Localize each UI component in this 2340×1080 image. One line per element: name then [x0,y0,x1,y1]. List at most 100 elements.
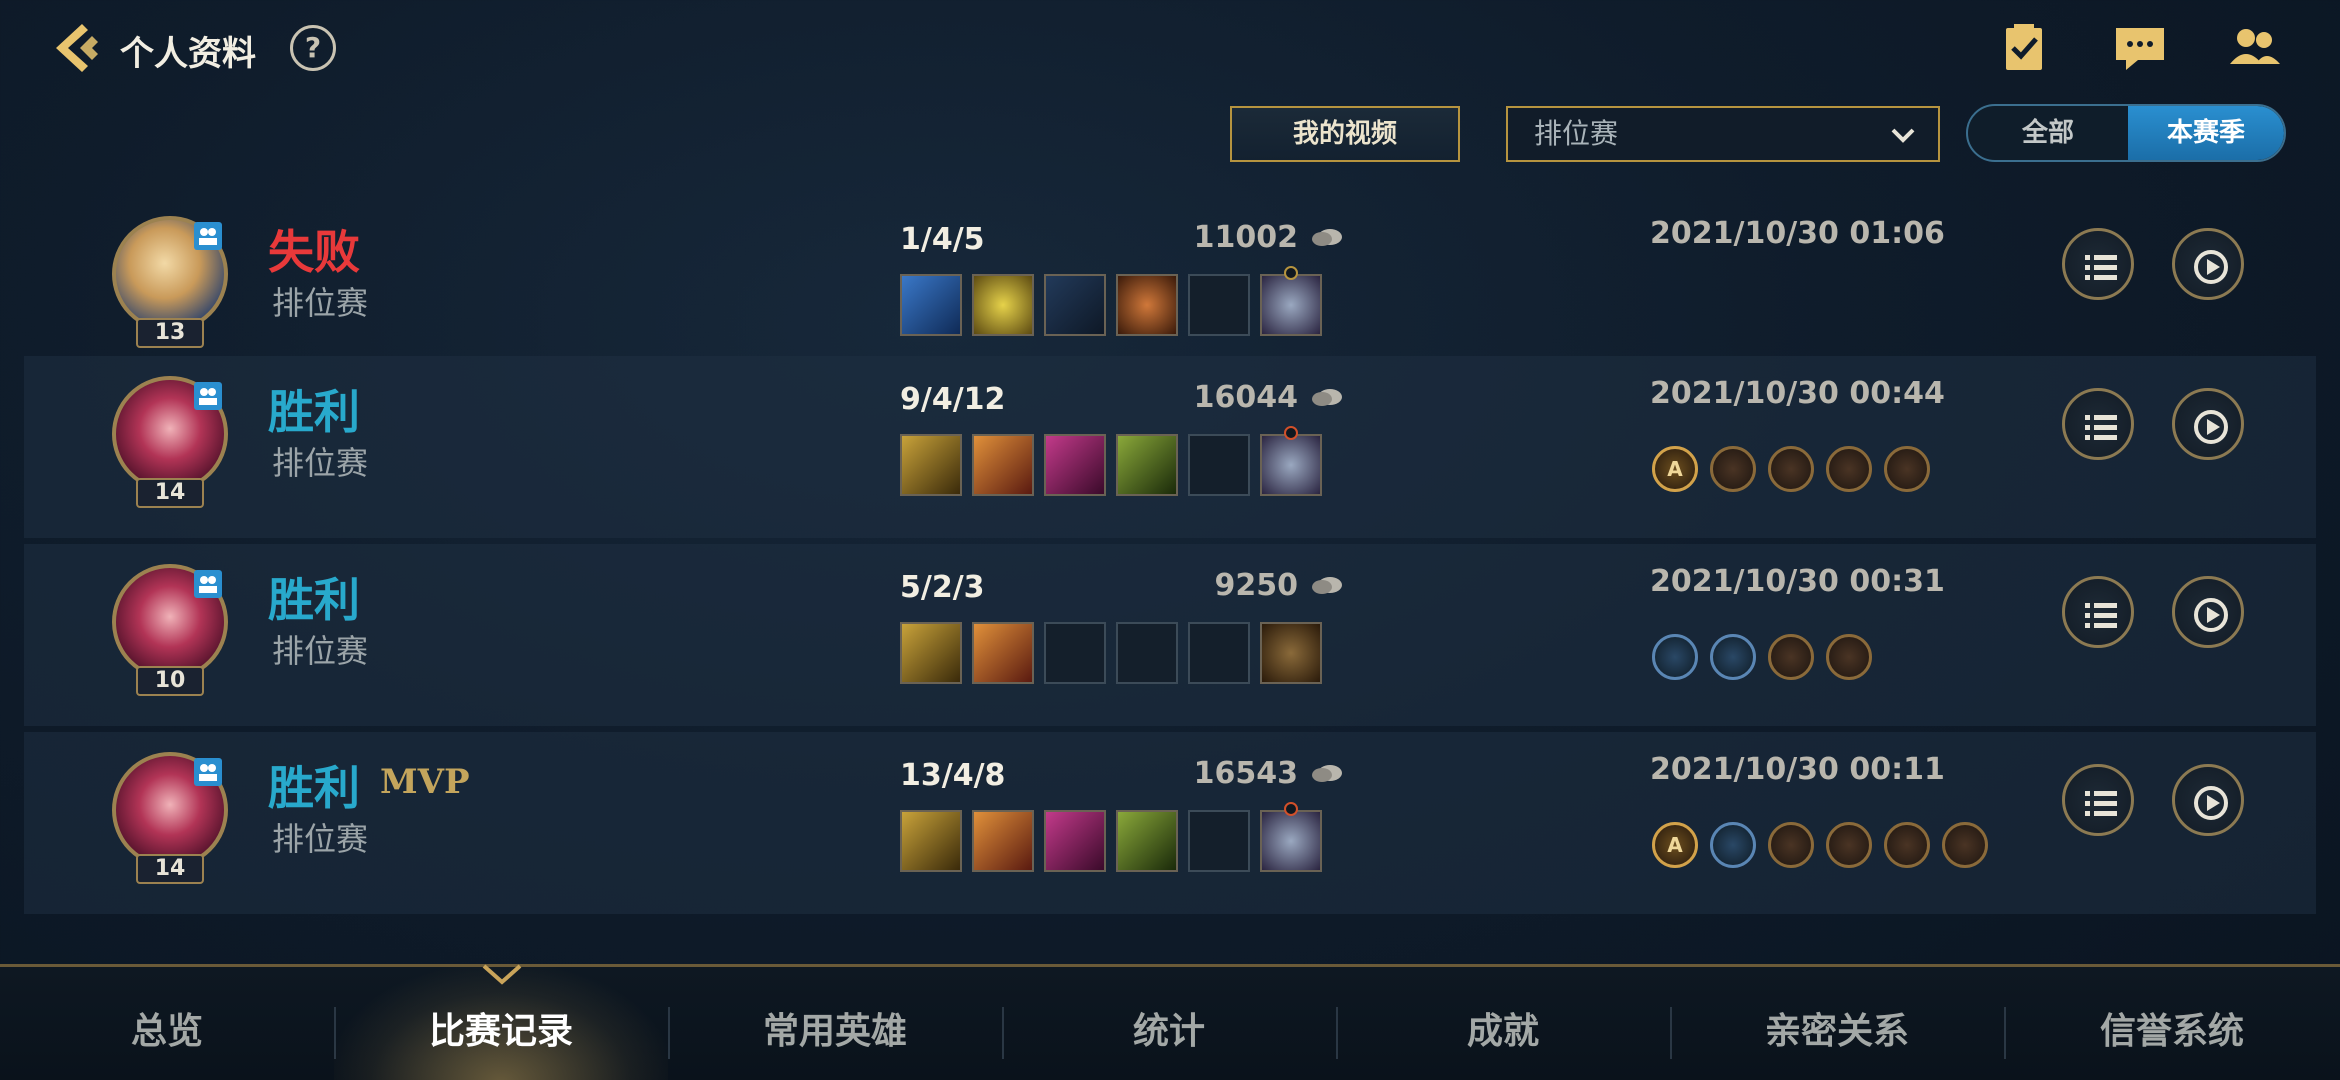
match-mode: 排位赛 [272,284,369,322]
season-option-all[interactable]: 全部 [1968,106,2128,160]
tab-champions[interactable]: 常用英雄 [668,967,1002,1080]
match-date: 2021/10/30 00:44 [1650,376,1945,411]
item-slot[interactable] [900,274,962,336]
item-slot-empty[interactable] [1044,622,1106,684]
item-slot[interactable] [972,434,1034,496]
kda: 9/4/12 [900,382,1006,417]
tab-relationships[interactable]: 亲密关系 [1670,967,2004,1080]
back-button[interactable] [48,18,108,78]
medal-tower-icon[interactable] [1884,446,1930,492]
item-slot-empty[interactable] [1116,622,1178,684]
match-details-button[interactable] [2062,388,2134,460]
list-icon [2085,255,2117,280]
item-slot[interactable] [1044,434,1106,496]
medal-tower-icon[interactable] [1884,822,1930,868]
item-slot[interactable] [972,622,1034,684]
medal-shield-icon[interactable] [1826,446,1872,492]
item-slot[interactable] [1044,274,1106,336]
season-option-current[interactable]: 本赛季 [2128,106,2284,160]
top-bar: 个人资料 ? [0,0,2340,96]
match-result: 失败 [268,225,360,279]
tab-honor[interactable]: 信誉系统 [2004,967,2340,1080]
replay-button[interactable] [2172,228,2244,300]
mode-select-value: 排位赛 [1534,117,1619,150]
friends-icon[interactable] [2226,22,2282,74]
gold-value: 16543 [1193,756,1298,791]
help-button[interactable]: ? [290,25,336,71]
match-row[interactable]: 14 胜利 排位赛 9/4/12 16044 2021/10/30 00:44 … [24,356,2316,538]
trinket-slot[interactable] [1260,802,1322,872]
tab-achievements[interactable]: 成就 [1336,967,1670,1080]
replay-icon [2194,786,2228,820]
tab-overview[interactable]: 总览 [0,967,334,1080]
replay-icon [2194,250,2228,284]
item-slot[interactable] [1044,810,1106,872]
gold-value: 11002 [1193,220,1298,255]
medal-blue-crown-icon[interactable] [1710,634,1756,680]
item-slot[interactable] [1116,810,1178,872]
match-row[interactable]: 10 胜利 排位赛 5/2/3 9250 2021/10/30 00:31 [24,544,2316,726]
my-videos-button[interactable]: 我的视频 [1230,106,1460,162]
replay-button[interactable] [2172,764,2244,836]
kda: 13/4/8 [900,758,1006,793]
gold-coins-icon [1312,577,1342,594]
gold-earned: 16044 [1074,380,1344,415]
medal-gold-icon[interactable] [1710,446,1756,492]
item-slot[interactable] [972,810,1034,872]
match-date: 2021/10/30 00:11 [1650,752,1945,787]
gold-value: 9250 [1214,568,1299,603]
match-row[interactable]: 14 胜利 MVP 排位赛 13/4/8 16543 2021/10/30 00… [24,732,2316,914]
item-slot-empty[interactable] [1188,274,1250,336]
item-slot[interactable] [972,274,1034,336]
item-slot-empty[interactable] [1188,810,1250,872]
match-mode: 排位赛 [272,444,369,482]
item-slot[interactable] [1116,274,1178,336]
medal-coin-icon[interactable] [1942,822,1988,868]
season-toggle[interactable]: 全部 本赛季 [1966,104,2286,162]
list-icon [2085,791,2117,816]
mvp-badge: MVP [380,762,470,802]
gold-coins-icon [1312,389,1342,406]
boots-slot[interactable] [1260,622,1322,684]
tab-stats[interactable]: 统计 [1002,967,1336,1080]
checklist-icon[interactable] [1996,22,2052,74]
match-date: 2021/10/30 00:31 [1650,564,1945,599]
gold-value: 16044 [1193,380,1298,415]
item-slot[interactable] [900,622,962,684]
chat-icon[interactable] [2112,22,2168,74]
replay-button[interactable] [2172,576,2244,648]
champion-level: 10 [136,666,204,696]
item-slot-empty[interactable] [1188,434,1250,496]
gold-earned: 16543 [1074,756,1344,791]
trinket-slot[interactable] [1260,426,1322,496]
medal-crown-icon[interactable] [1768,446,1814,492]
trinket-slot[interactable] [1260,266,1322,336]
replay-button[interactable] [2172,388,2244,460]
medal-gold-icon[interactable] [1768,634,1814,680]
medal-blue-icon[interactable] [1652,634,1698,680]
item-slot[interactable] [1116,434,1178,496]
item-slot[interactable] [900,434,962,496]
mode-select[interactable]: 排位赛 [1506,106,1940,162]
item-slot[interactable] [900,810,962,872]
page-title: 个人资料 [120,34,256,74]
match-details-button[interactable] [2062,576,2134,648]
medal-shield-icon[interactable] [1826,822,1872,868]
item-slot-empty[interactable] [1188,622,1250,684]
kda: 5/2/3 [900,570,985,605]
gold-coins-icon [1312,229,1342,246]
match-result: 胜利 [268,761,360,815]
gold-coins-icon [1312,765,1342,782]
match-details-button[interactable] [2062,228,2134,300]
medal-a-icon[interactable]: A [1652,446,1698,492]
medal-blue-crown-icon[interactable] [1710,822,1756,868]
medal-a-icon[interactable]: A [1652,822,1698,868]
party-icon [194,758,222,786]
chevron-down-icon [1891,128,1915,143]
match-mode: 排位赛 [272,820,369,858]
medal-gold-icon[interactable] [1768,822,1814,868]
match-details-button[interactable] [2062,764,2134,836]
match-row[interactable]: 13 失败 排位赛 1/4/5 11002 2021/10/30 01:06 [24,196,2316,378]
gold-earned: 9250 [1074,568,1344,603]
medal-coin-icon[interactable] [1826,634,1872,680]
